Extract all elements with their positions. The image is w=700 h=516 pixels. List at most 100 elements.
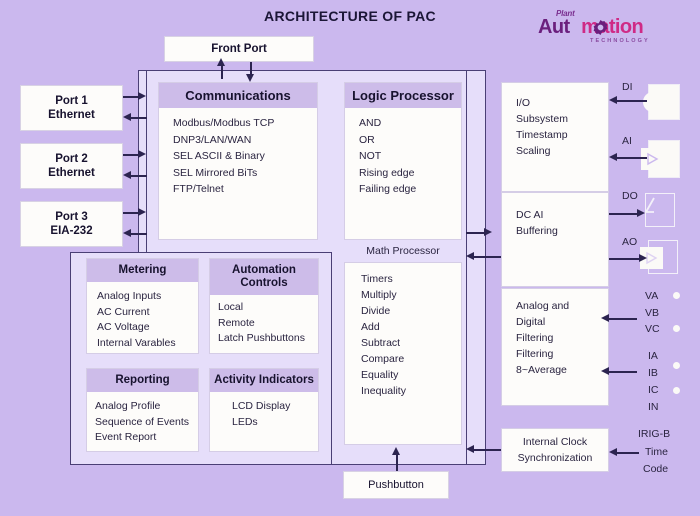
port-2-line2: Ethernet xyxy=(48,167,95,179)
filtering-item: Analog and xyxy=(516,300,570,312)
ao-label: AO xyxy=(622,236,638,248)
math-processor-item: Add xyxy=(361,321,380,333)
terminal-ia-label: IA xyxy=(648,350,658,362)
io-subsystem-item: Scaling xyxy=(516,145,551,157)
irig-arrowhead xyxy=(609,447,617,456)
communications-card[interactable]: Communications Modbus/Modbus TCP DNP3/LA… xyxy=(158,82,318,240)
logic-processor-item: Rising edge xyxy=(359,166,415,179)
pushbutton-box[interactable]: Pushbutton xyxy=(343,471,449,499)
digital-input-icon xyxy=(643,84,680,120)
clock-to-bus-arrowhead xyxy=(466,444,474,453)
automation-controls-item: Local xyxy=(218,301,244,313)
port-1-rx-arrowhead xyxy=(123,112,131,121)
dc-ai-buffering-item: Buffering xyxy=(516,225,558,237)
logo-tagline: TECHNOLOGY xyxy=(590,38,650,44)
metering-item: AC Voltage xyxy=(97,321,150,333)
math-processor-item: Equality xyxy=(361,369,399,381)
front-port-out-arrowhead xyxy=(246,74,255,82)
analog-digital-filtering-card[interactable]: Analog and Digital Filtering Filtering 8… xyxy=(501,288,609,406)
logic-processor-card[interactable]: Logic Processor AND OR NOT Rising edge F… xyxy=(344,82,462,240)
filtering-item: Filtering xyxy=(516,348,554,360)
automation-controls-header: Automation Controls xyxy=(210,259,318,295)
filtering-item: 8~Average xyxy=(516,364,567,376)
logic-processor-item: Failing edge xyxy=(359,183,417,195)
math-processor-item: Subtract xyxy=(361,337,401,349)
ai-label: AI xyxy=(622,135,632,147)
port-3-tx-arrowhead xyxy=(138,207,146,216)
logic-processor-header: Logic Processor xyxy=(345,83,461,108)
irig-line xyxy=(617,452,639,454)
reporting-item: Analog Profile xyxy=(95,400,161,412)
port-2-box[interactable]: Port 2 Ethernet xyxy=(20,143,123,189)
pushbutton-arrowhead xyxy=(392,447,401,455)
terminal-ic-label: IC xyxy=(648,384,659,396)
metering-card[interactable]: Metering Analog Inputs AC Current AC Vol… xyxy=(86,258,199,354)
ai-line xyxy=(617,157,647,159)
reporting-list: Analog Profile Sequence of Events Event … xyxy=(87,392,198,453)
terminal-vc-label: VC xyxy=(645,323,660,335)
math-processor-item: Multiply xyxy=(361,289,397,301)
filtering-item: Digital xyxy=(516,316,546,328)
front-port-in-arrowhead xyxy=(217,58,226,66)
math-processor-item: Inequality xyxy=(361,385,406,397)
gear-icon xyxy=(593,20,608,35)
metering-item: Analog Inputs xyxy=(97,290,162,302)
port-3-line2: EIA-232 xyxy=(50,225,93,237)
port-3-rx-arrowhead xyxy=(123,228,131,237)
automation-controls-list: Local Remote Latch Pushbuttons xyxy=(210,295,318,354)
port-2-line1: Port 2 xyxy=(55,153,88,165)
port-1-box[interactable]: Port 1 Ethernet xyxy=(20,85,123,131)
communications-item: FTP/Telnet xyxy=(173,183,224,195)
internal-clock-card[interactable]: Internal Clock Synchronization xyxy=(501,428,609,472)
logo-auto-suffix: mation xyxy=(581,16,644,38)
dc-ai-buffering-item: DC AI xyxy=(516,209,544,221)
automation-controls-item: Remote xyxy=(218,316,255,329)
communications-list: Modbus/Modbus TCP DNP3/LAN/WAN SEL ASCII… xyxy=(159,108,317,205)
math-processor-item: Timers xyxy=(361,273,393,285)
communications-item: SEL ASCII & Binary xyxy=(173,150,265,162)
internal-clock-line2: Synchronization xyxy=(517,452,593,464)
analog-output-icon xyxy=(640,240,678,274)
clock-to-bus-line xyxy=(474,449,501,451)
terminal-va-label: VA xyxy=(645,290,659,302)
logic-processor-item: NOT xyxy=(359,150,382,162)
terminal-dot-va xyxy=(673,292,680,299)
dc-ai-buffering-card[interactable]: DC AI Buffering xyxy=(501,192,609,287)
math-processor-item: Divide xyxy=(361,305,391,317)
di-line xyxy=(617,100,647,102)
irig-line2: Time xyxy=(645,446,668,458)
ao-line xyxy=(609,258,641,260)
di-arrowhead xyxy=(609,95,617,104)
front-port-box[interactable]: Front Port xyxy=(164,36,314,62)
irig-line1: IRIG-B xyxy=(638,428,671,440)
activity-indicators-card[interactable]: Activity Indicators LCD Display LEDs xyxy=(209,368,319,452)
dcai-to-bus-line xyxy=(474,256,501,258)
terminal-dot-ic xyxy=(673,387,680,394)
logic-processor-item: OR xyxy=(359,133,375,146)
port-2-rx-arrowhead xyxy=(123,170,131,179)
io-subsystem-item: I/O xyxy=(516,97,531,109)
port-1-line1: Port 1 xyxy=(55,95,88,107)
dcai-to-bus-arrowhead xyxy=(466,251,474,260)
terminal-ib-label: IB xyxy=(648,367,658,379)
reporting-card[interactable]: Reporting Analog Profile Sequence of Eve… xyxy=(86,368,199,452)
voltage-arrowhead xyxy=(601,313,609,322)
do-label: DO xyxy=(622,190,638,202)
io-subsystem-card[interactable]: I/O Subsystem Timestamp Scaling xyxy=(501,82,609,192)
communications-header: Communications xyxy=(159,83,317,108)
port-2-tx-arrowhead xyxy=(138,149,146,158)
automation-controls-card[interactable]: Automation Controls Local Remote Latch P… xyxy=(209,258,319,354)
math-processor-card[interactable]: Timers Multiply Divide Add Subtract Comp… xyxy=(344,262,462,445)
io-subsystem-item: Subsystem xyxy=(516,113,568,125)
reporting-header: Reporting xyxy=(87,369,198,392)
activity-indicators-item: LEDs xyxy=(232,415,258,428)
math-processor-item: Compare xyxy=(361,353,405,365)
di-label: DI xyxy=(622,81,633,93)
logo-automation-text: Automation xyxy=(538,16,644,38)
irig-line3: Code xyxy=(643,463,669,475)
port-3-box[interactable]: Port 3 EIA-232 xyxy=(20,201,123,247)
bus-to-dcai-line xyxy=(466,232,486,234)
communications-item: Modbus/Modbus TCP xyxy=(173,117,275,129)
voltage-line xyxy=(609,318,637,320)
port-1-line2: Ethernet xyxy=(48,109,95,121)
